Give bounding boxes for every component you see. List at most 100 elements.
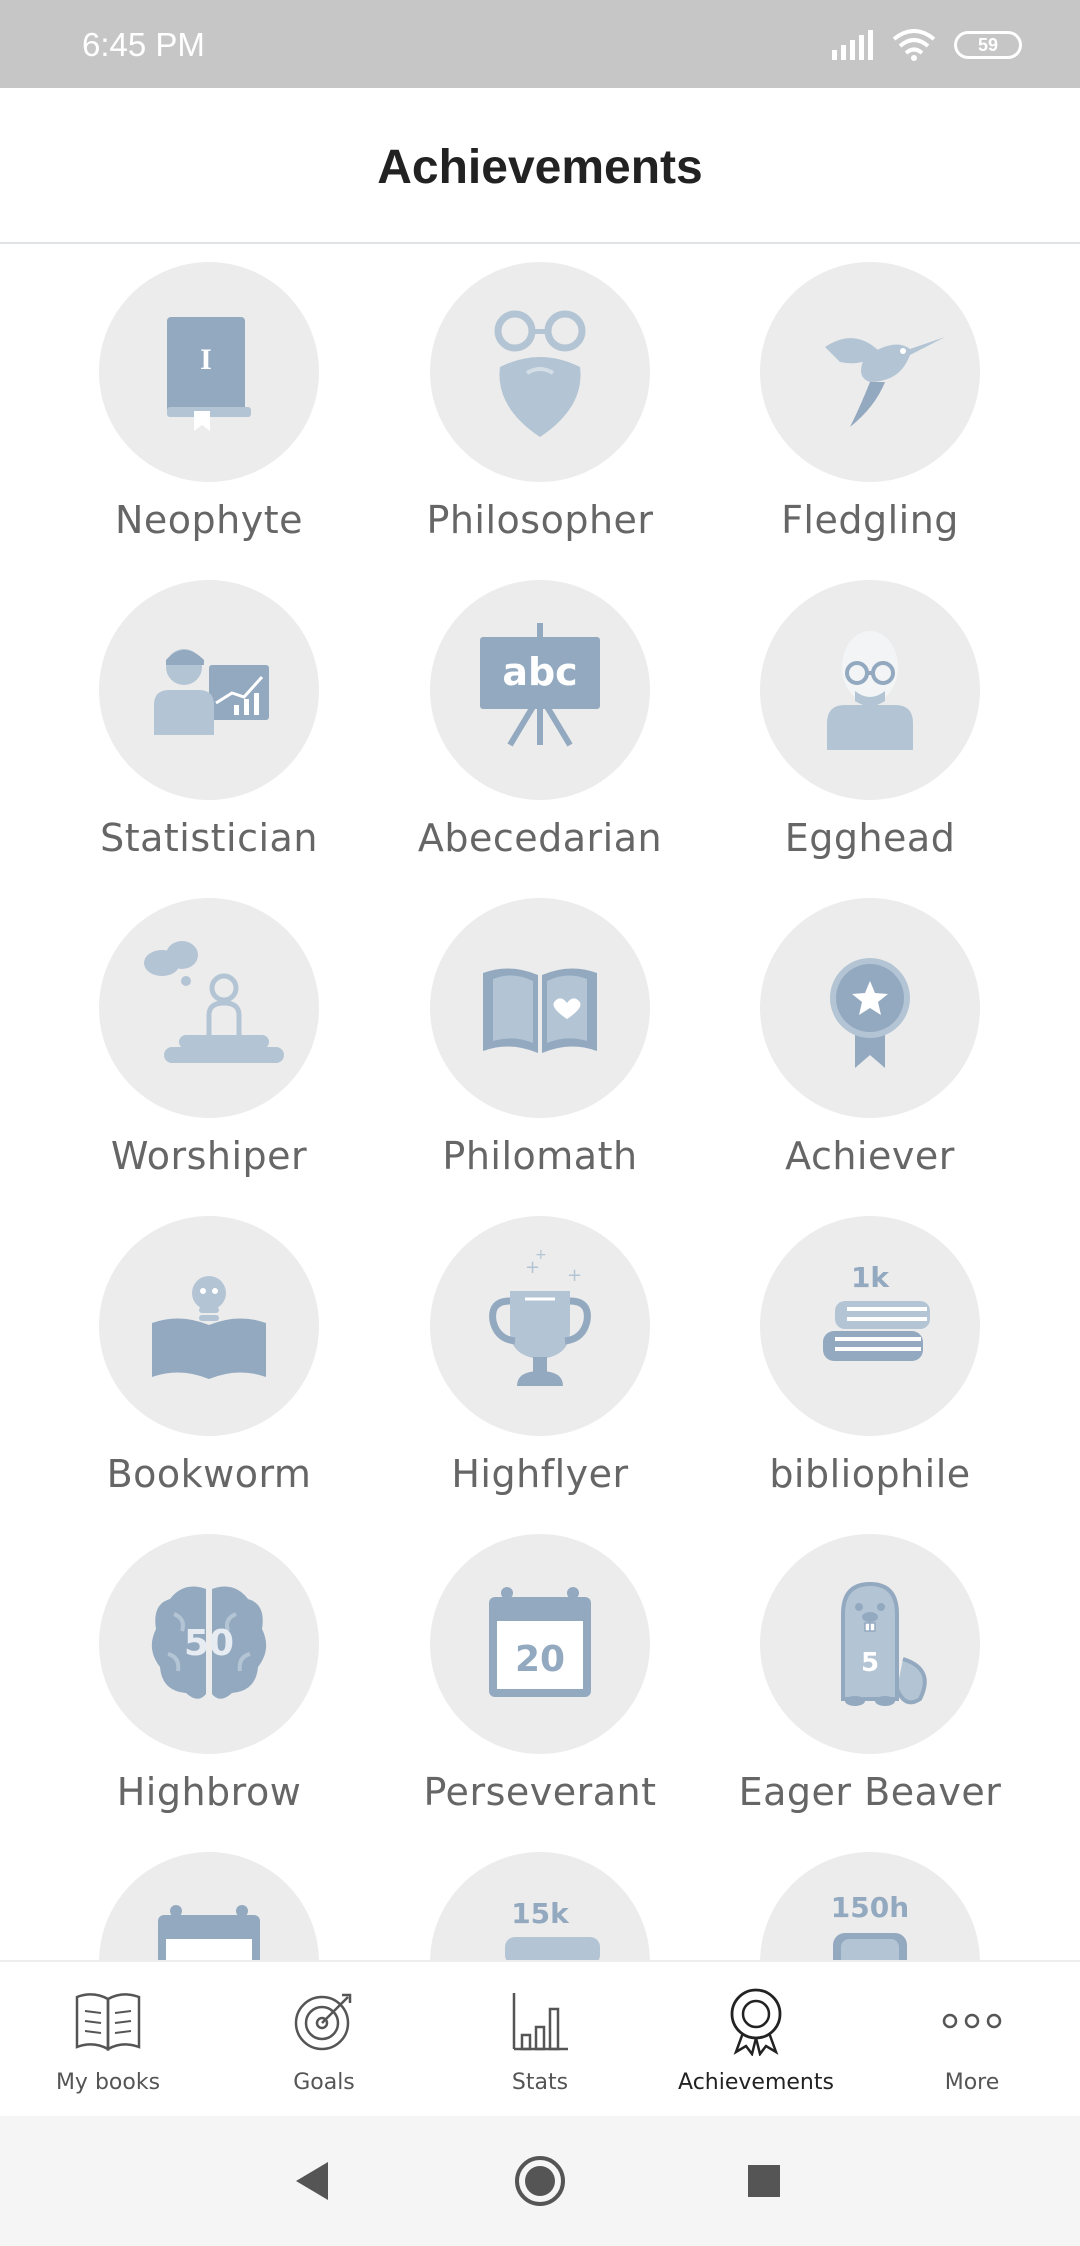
open-book-heart-icon <box>483 968 597 1053</box>
achievement-label: Fledgling <box>781 498 959 542</box>
achievement-label: Bookworm <box>106 1452 312 1496</box>
open-book-icon <box>68 1986 148 2056</box>
battery-indicator: 59 <box>954 31 1022 59</box>
achievement-eager-beaver[interactable]: 5 Eager Beaver <box>705 1518 1035 1836</box>
beaver-icon: 5 <box>841 1581 927 1706</box>
achievement-perseverant[interactable]: 20 Perseverant <box>375 1518 705 1836</box>
achievement-worshiper[interactable]: Worshiper <box>44 882 374 1200</box>
nav-goals[interactable]: Goals <box>216 1962 432 2116</box>
achievement-badge <box>760 580 980 800</box>
status-icons: 59 <box>830 28 1022 62</box>
achievement-label: Egghead <box>784 816 956 860</box>
badge-text: 150h <box>831 1891 909 1924</box>
more-dots-icon <box>932 1986 1012 2056</box>
achievement-egghead[interactable]: Egghead <box>705 564 1035 882</box>
wifi-icon <box>892 29 936 61</box>
achievement-badge <box>760 262 980 482</box>
achievement-badge <box>99 898 319 1118</box>
achievement-badge <box>99 580 319 800</box>
achievement-book-stack-partial[interactable]: 15k <box>375 1836 705 1960</box>
achievement-bibliophile[interactable]: 1k bibliophile <box>705 1200 1035 1518</box>
achievement-clock-partial[interactable]: 150h <box>705 1836 1035 1960</box>
badge-text: 15k <box>511 1897 570 1930</box>
achievements-grid-viewport[interactable]: I Neophyte Philosopher Fledgling Statist… <box>0 246 1080 1960</box>
brain-icon: 50 <box>151 1586 267 1699</box>
achievement-label: Eager Beaver <box>738 1770 1002 1814</box>
achievement-badge: 5 <box>760 1534 980 1754</box>
presenter-chart-icon <box>154 649 269 735</box>
recents-button[interactable] <box>734 2151 794 2211</box>
home-circle-icon <box>515 2156 565 2206</box>
rosette-star-icon <box>830 958 910 1068</box>
achievement-label: Highflyer <box>451 1452 629 1496</box>
egghead-icon <box>827 631 913 750</box>
achievement-label: Philosopher <box>426 498 654 542</box>
achievement-badge: I <box>99 262 319 482</box>
recents-square-icon <box>748 2165 780 2197</box>
hummingbird-icon <box>825 337 945 427</box>
calendar-icon: 20 <box>489 1587 591 1697</box>
nav-label: More <box>944 2070 1000 2095</box>
bar-chart-icon <box>500 1986 580 2056</box>
achievement-badge <box>430 898 650 1118</box>
book-stack-icon: 1k <box>823 1261 930 1361</box>
nav-label: Achievements <box>678 2070 834 2095</box>
achievement-badge <box>430 262 650 482</box>
achievement-badge: 1k <box>760 1216 980 1436</box>
svg-text:+: + <box>535 1247 547 1263</box>
achievement-label: Worshiper <box>110 1134 308 1178</box>
achievement-philomath[interactable]: Philomath <box>375 882 705 1200</box>
svg-text:I: I <box>200 343 212 376</box>
achievement-achiever[interactable]: Achiever <box>705 882 1035 1200</box>
svg-text:abc: abc <box>502 650 577 694</box>
page-title: Achievements <box>377 141 703 194</box>
achievement-fledgling[interactable]: Fledgling <box>705 246 1035 564</box>
nav-label: Goals <box>293 2070 355 2095</box>
achievement-statistician[interactable]: Statistician <box>44 564 374 882</box>
header: Achievements <box>0 88 1080 244</box>
nav-my-books[interactable]: My books <box>0 1962 216 2116</box>
abc-easel-icon: abc <box>480 623 600 747</box>
bookworm-icon <box>152 1276 266 1379</box>
achievement-highflyer[interactable]: + + + Highflyer <box>375 1200 705 1518</box>
clock-book-icon: 150h <box>831 1891 909 1960</box>
achievement-abecedarian[interactable]: abc Abecedarian <box>375 564 705 882</box>
nav-label: Stats <box>511 2070 569 2095</box>
nav-label: My books <box>55 2070 161 2095</box>
calendar-icon <box>158 1905 260 1960</box>
achievement-label: Abecedarian <box>417 816 663 860</box>
achievement-badge <box>760 898 980 1118</box>
achievement-badge: 150h <box>760 1852 980 1960</box>
achievement-label: Highbrow <box>116 1770 302 1814</box>
book-stack-icon: 15k <box>505 1897 600 1960</box>
signal-icon <box>832 30 873 60</box>
achievement-calendar-partial[interactable] <box>44 1836 374 1960</box>
home-button[interactable] <box>510 2151 570 2211</box>
achievement-badge: 15k <box>430 1852 650 1960</box>
status-bar: 6:45 PM 59 <box>0 0 1080 88</box>
meditating-figure-icon <box>144 941 284 1063</box>
bottom-navigation: My books Goals Stats Achievements More <box>0 1960 1080 2116</box>
achievement-bookworm[interactable]: Bookworm <box>44 1200 374 1518</box>
achievement-badge: 20 <box>430 1534 650 1754</box>
nav-more[interactable]: More <box>864 1962 1080 2116</box>
nav-stats[interactable]: Stats <box>432 1962 648 2116</box>
achievement-badge: + + + <box>430 1216 650 1436</box>
achievement-badge: 50 <box>99 1534 319 1754</box>
achievement-badge <box>99 1216 319 1436</box>
achievement-highbrow[interactable]: 50 Highbrow <box>44 1518 374 1836</box>
achievement-neophyte[interactable]: I Neophyte <box>44 246 374 564</box>
badge-text: 1k <box>851 1261 890 1294</box>
system-navigation-bar <box>0 2116 1080 2246</box>
svg-text:+: + <box>567 1265 582 1286</box>
nav-achievements[interactable]: Achievements <box>648 1962 864 2116</box>
philosopher-beard-icon <box>494 310 586 437</box>
achievement-label: Perseverant <box>423 1770 657 1814</box>
badge-text: 50 <box>184 1623 234 1664</box>
achievement-label: Achiever <box>785 1134 955 1178</box>
badge-text: 5 <box>861 1648 879 1678</box>
achievement-philosopher[interactable]: Philosopher <box>375 246 705 564</box>
achievement-label: Statistician <box>100 816 318 860</box>
back-button[interactable] <box>282 2151 342 2211</box>
achievement-badge <box>99 1852 319 1960</box>
